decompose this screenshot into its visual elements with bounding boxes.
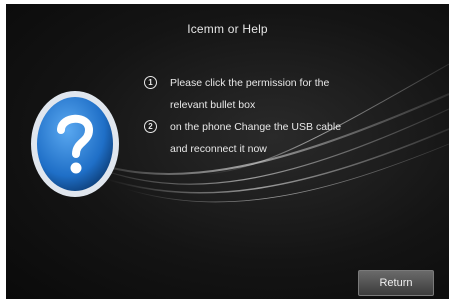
step-number-icon: 2 — [144, 120, 157, 133]
step-number-icon: 1 — [144, 76, 157, 89]
instruction-list: 1 Please click the permission for the re… — [144, 72, 354, 160]
instruction-text: on the phone Change the USB cable and re… — [170, 121, 342, 155]
instruction-item: 2 on the phone Change the USB cable and … — [144, 116, 354, 160]
dialog-title: Icemm or Help — [187, 22, 268, 36]
return-button[interactable]: Return — [358, 270, 434, 296]
help-screen: Icemm or Help 1 Please click the permiss… — [6, 4, 449, 299]
question-mark-icon — [31, 91, 119, 197]
instruction-item: 1 Please click the permission for the re… — [144, 72, 354, 116]
instruction-text: Please click the permission for the rele… — [170, 77, 330, 111]
